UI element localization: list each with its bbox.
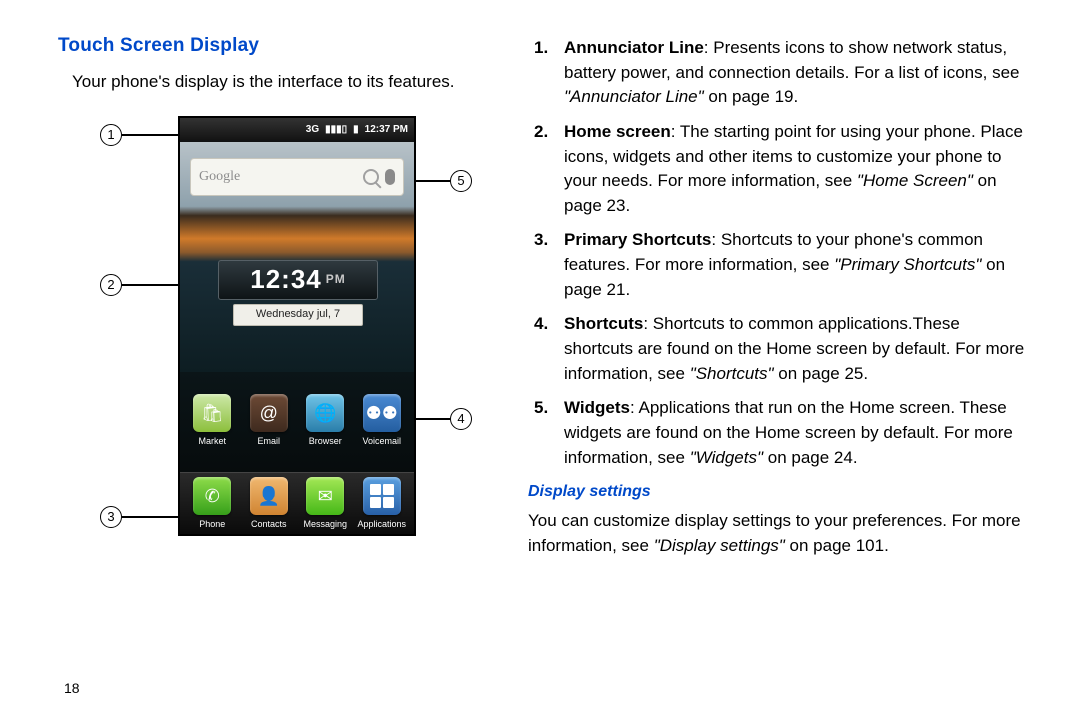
term: Shortcuts: [564, 314, 643, 333]
callout-number-5: 5: [450, 170, 472, 192]
callout-line: [122, 134, 178, 136]
definition-home-screen: Home screen: The starting point for usin…: [528, 120, 1032, 219]
mic-icon[interactable]: [385, 169, 395, 185]
google-search-widget[interactable]: Google: [190, 158, 404, 196]
dock-contacts[interactable]: 👤 Contacts: [241, 477, 297, 531]
term: Primary Shortcuts: [564, 230, 711, 249]
subsection-heading: Display settings: [528, 480, 1032, 503]
signal-bars-icon: ▮▮▮▯: [325, 123, 347, 138]
cross-reference: "Shortcuts": [690, 364, 774, 383]
dock-label: Messaging: [303, 518, 347, 531]
battery-icon: ▮: [353, 123, 359, 138]
shortcut-label: Voicemail: [362, 435, 401, 448]
clock-widget[interactable]: 12:34 PM Wednesday jul, 7: [218, 260, 378, 326]
annunciator-line: 3G ▮▮▮▯ ▮ 12:37 PM: [180, 118, 414, 142]
clock-ampm: PM: [326, 271, 346, 288]
callout-number-3: 3: [100, 506, 122, 528]
dock-label: Contacts: [251, 518, 287, 531]
network-3g-icon: 3G: [306, 123, 319, 138]
term: Home screen: [564, 122, 671, 141]
phone-figure: 1 2 3 4 5 3G ▮▮▮▯: [58, 116, 478, 604]
subsection-tail: on page 101.: [785, 536, 889, 555]
shortcut-label: Email: [257, 435, 280, 448]
shortcut-browser[interactable]: 🌐 Browser: [297, 394, 353, 448]
primary-shortcuts-dock: ✆ Phone 👤 Contacts ✉ Messaging: [180, 472, 414, 534]
definitions-list: Annunciator Line: Presents icons to show…: [528, 36, 1032, 470]
clock-date: Wednesday jul, 7: [233, 304, 363, 326]
clock-time: 12:34 PM: [218, 260, 378, 300]
callout-line: [122, 284, 178, 286]
shortcut-market[interactable]: 🛍 Market: [184, 394, 240, 448]
subsection-body: You can customize display settings to yo…: [528, 509, 1032, 558]
callout-line: [122, 516, 178, 518]
statusbar-time: 12:37 PM: [365, 123, 408, 138]
cross-reference: "Primary Shortcuts": [834, 255, 981, 274]
messaging-icon: ✉: [306, 477, 344, 515]
term-tail: on page 24.: [763, 448, 858, 467]
term-tail: on page 25.: [774, 364, 869, 383]
callout-number-1: 1: [100, 124, 122, 146]
callout-number-2: 2: [100, 274, 122, 296]
callout-4: 4: [416, 408, 472, 430]
callout-number-4: 4: [450, 408, 472, 430]
definition-shortcuts: Shortcuts: Shortcuts to common applicati…: [528, 312, 1032, 386]
section-intro: Your phone's display is the interface to…: [72, 70, 488, 95]
cross-reference: "Display settings": [654, 536, 785, 555]
browser-icon: 🌐: [306, 394, 344, 432]
shortcut-email[interactable]: @ Email: [241, 394, 297, 448]
callout-3: 3: [100, 506, 178, 528]
term: Widgets: [564, 398, 630, 417]
cross-reference: "Annunciator Line": [564, 87, 704, 106]
callout-line: [416, 180, 450, 182]
shortcut-label: Market: [198, 435, 226, 448]
dock-messaging[interactable]: ✉ Messaging: [297, 477, 353, 531]
page-number: 18: [64, 678, 80, 698]
clock-hours-minutes: 12:34: [250, 261, 322, 299]
shortcut-voicemail[interactable]: ⚉⚉ Voicemail: [354, 394, 410, 448]
cross-reference: "Widgets": [690, 448, 763, 467]
callout-5: 5: [416, 170, 472, 192]
definition-primary-shortcuts: Primary Shortcuts: Shortcuts to your pho…: [528, 228, 1032, 302]
term: Annunciator Line: [564, 38, 704, 57]
search-icon[interactable]: [363, 169, 379, 185]
dock-label: Applications: [357, 518, 406, 531]
search-placeholder: Google: [199, 167, 357, 187]
dock-phone[interactable]: ✆ Phone: [184, 477, 240, 531]
voicemail-icon: ⚉⚉: [363, 394, 401, 432]
market-icon: 🛍: [193, 394, 231, 432]
callout-2: 2: [100, 274, 178, 296]
applications-icon: [363, 477, 401, 515]
shortcuts-row: 🛍 Market @ Email 🌐 Browser ⚉⚉ Voicemail: [180, 394, 414, 448]
callout-1: 1: [100, 124, 178, 146]
cross-reference: "Home Screen": [857, 171, 973, 190]
definition-widgets: Widgets: Applications that run on the Ho…: [528, 396, 1032, 470]
callout-line: [416, 418, 450, 420]
contacts-icon: 👤: [250, 477, 288, 515]
dock-applications[interactable]: Applications: [354, 477, 410, 531]
shortcut-label: Browser: [309, 435, 342, 448]
term-tail: on page 19.: [704, 87, 799, 106]
phone-screenshot: 3G ▮▮▮▯ ▮ 12:37 PM Google 12:34 PM: [178, 116, 416, 536]
definition-annunciator-line: Annunciator Line: Presents icons to show…: [528, 36, 1032, 110]
section-heading: Touch Screen Display: [58, 32, 488, 60]
dock-label: Phone: [199, 518, 225, 531]
email-icon: @: [250, 394, 288, 432]
phone-icon: ✆: [193, 477, 231, 515]
